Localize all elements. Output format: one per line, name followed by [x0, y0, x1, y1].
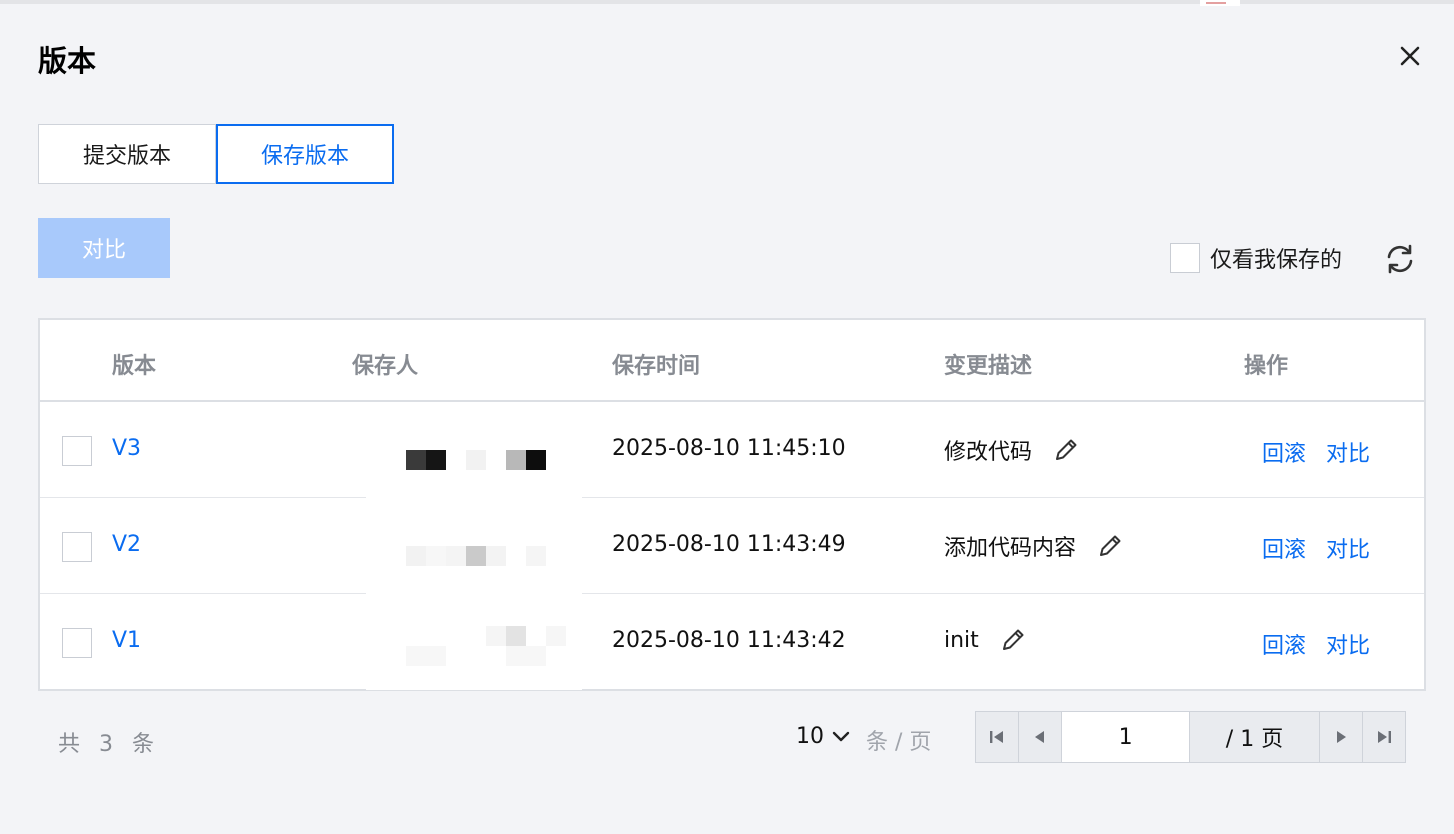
only-mine-filter[interactable]: 仅看我保存的 [1170, 242, 1342, 274]
window-edge-mark [1200, 0, 1240, 6]
first-page-button[interactable] [975, 711, 1020, 763]
rollback-link[interactable]: 回滚 [1262, 628, 1306, 660]
save-time: 2025-08-10 11:45:10 [612, 436, 846, 461]
tab-committed-versions[interactable]: 提交版本 [38, 124, 216, 184]
page-number-input[interactable] [1061, 711, 1191, 763]
chevron-right-icon [1336, 731, 1346, 743]
compare-link[interactable]: 对比 [1326, 532, 1370, 564]
tab-saved-versions[interactable]: 保存版本 [216, 124, 394, 184]
table-row: V3 2025-08-10 11:45:10 修改代码 回滚 对比 [40, 402, 1424, 498]
refresh-icon[interactable] [1383, 242, 1417, 276]
chevron-down-icon [832, 731, 850, 741]
page-size-value: 10 [796, 724, 824, 749]
row-checkbox[interactable] [62, 532, 92, 562]
column-header-actions: 操作 [1244, 354, 1289, 379]
version-link[interactable]: V2 [112, 532, 141, 557]
total-count: 共 3 条 [58, 732, 160, 757]
chevron-left-icon [1035, 731, 1045, 743]
compare-link[interactable]: 对比 [1326, 628, 1370, 660]
edit-pencil-icon[interactable] [999, 626, 1027, 654]
table-row: V2 2025-08-10 11:43:49 添加代码内容 回滚 对比 [40, 498, 1424, 594]
save-time: 2025-08-10 11:43:49 [612, 532, 846, 557]
last-page-button[interactable] [1361, 711, 1406, 763]
table-header: 版本 保存人 保存时间 变更描述 操作 [40, 320, 1424, 402]
version-table: 版本 保存人 保存时间 变更描述 操作 V3 2025-08-10 11:45:… [38, 318, 1426, 691]
column-header-version: 版本 [112, 354, 157, 379]
prev-page-button[interactable] [1018, 711, 1063, 763]
column-header-save-time: 保存时间 [612, 354, 701, 379]
next-page-button[interactable] [1318, 711, 1363, 763]
per-page-label: 条 / 页 [866, 730, 932, 755]
only-mine-label: 仅看我保存的 [1210, 248, 1343, 273]
change-description: 添加代码内容 [944, 530, 1124, 562]
description-text: 添加代码内容 [944, 536, 1077, 561]
dialog-title: 版本 [38, 44, 97, 78]
change-description: 修改代码 [944, 434, 1080, 466]
close-icon[interactable] [1394, 40, 1426, 72]
last-page-icon [1377, 731, 1391, 743]
compare-button[interactable]: 对比 [38, 218, 170, 278]
pagination-control: / 1 页 [975, 711, 1406, 763]
version-link[interactable]: V3 [112, 436, 141, 461]
edit-pencil-icon[interactable] [1052, 436, 1080, 464]
column-header-description: 变更描述 [944, 354, 1033, 379]
rollback-link[interactable]: 回滚 [1262, 532, 1306, 564]
row-checkbox[interactable] [62, 436, 92, 466]
description-text: init [944, 627, 979, 653]
description-text: 修改代码 [944, 440, 1033, 465]
save-time: 2025-08-10 11:43:42 [612, 628, 846, 653]
only-mine-checkbox[interactable] [1170, 243, 1200, 273]
compare-link[interactable]: 对比 [1326, 436, 1370, 468]
total-pages: / 1 页 [1189, 711, 1320, 763]
change-description: init [944, 626, 1027, 654]
first-page-icon [990, 731, 1004, 743]
row-checkbox[interactable] [62, 628, 92, 658]
rollback-link[interactable]: 回滚 [1262, 436, 1306, 468]
page-size-select[interactable]: 10 [796, 724, 850, 749]
edit-pencil-icon[interactable] [1096, 532, 1124, 560]
version-tabs: 提交版本 保存版本 [38, 124, 394, 184]
table-row: V1 2025-08-10 11:43:42 init 回滚 对比 [40, 594, 1424, 690]
version-link[interactable]: V1 [112, 628, 141, 653]
redacted-saver-names [366, 404, 582, 690]
column-header-saver: 保存人 [352, 354, 419, 379]
